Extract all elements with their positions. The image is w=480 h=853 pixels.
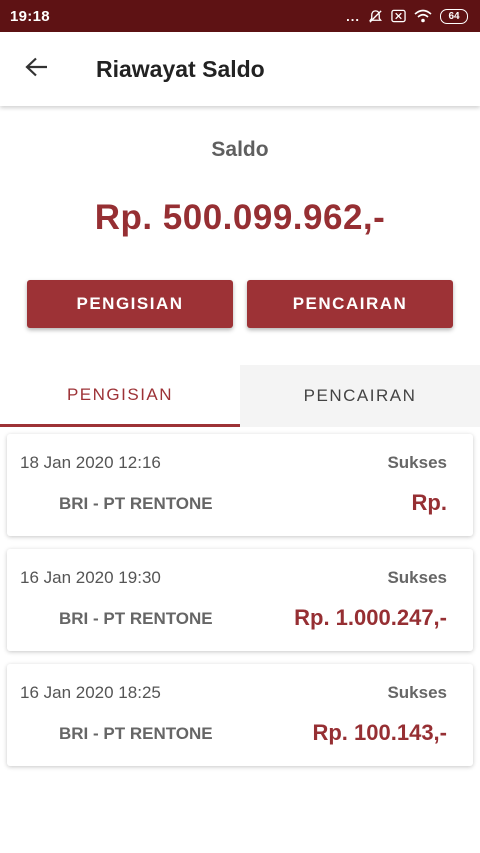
battery-icon: 64 xyxy=(440,8,468,24)
bell-off-icon xyxy=(368,9,383,24)
history-amount: Rp. 1.000.247,- xyxy=(294,605,447,630)
history-amount: Rp. xyxy=(411,490,447,515)
arrow-left-icon xyxy=(25,57,49,82)
history-status: Sukses xyxy=(387,568,447,587)
history-date: 18 Jan 2020 12:16 xyxy=(20,453,161,472)
history-item[interactable]: 16 Jan 2020 18:25 Sukses BRI - PT RENTON… xyxy=(7,664,473,766)
back-button[interactable] xyxy=(2,32,72,106)
app-bar: Riawayat Saldo xyxy=(0,32,480,106)
page-title: Riawayat Saldo xyxy=(96,55,265,82)
close-box-icon xyxy=(391,9,406,23)
history-bank: BRI - PT RENTONE xyxy=(59,494,213,513)
tab-pencairan[interactable]: PENCAIRAN xyxy=(240,365,480,427)
more-notifications-dots: ... xyxy=(346,8,360,24)
balance-amount: Rp. 500.099.962,- xyxy=(94,198,386,237)
status-icons: ... 64 xyxy=(346,8,468,24)
history-list: 18 Jan 2020 12:16 Sukses BRI - PT RENTON… xyxy=(7,434,473,779)
topup-button[interactable]: PENGISIAN xyxy=(27,280,233,328)
history-amount: Rp. 100.143,- xyxy=(312,720,447,745)
history-date: 16 Jan 2020 18:25 xyxy=(20,683,161,702)
history-date: 16 Jan 2020 19:30 xyxy=(20,568,161,587)
history-tabs: PENGISIAN PENCAIRAN xyxy=(0,365,480,427)
tab-pengisian[interactable]: PENGISIAN xyxy=(0,365,240,427)
status-bar: 19:18 ... 64 xyxy=(0,0,480,32)
history-item[interactable]: 16 Jan 2020 19:30 Sukses BRI - PT RENTON… xyxy=(7,549,473,651)
history-bank: BRI - PT RENTONE xyxy=(59,609,213,628)
history-item[interactable]: 18 Jan 2020 12:16 Sukses BRI - PT RENTON… xyxy=(7,434,473,536)
battery-level: 64 xyxy=(448,10,460,22)
wifi-icon xyxy=(414,9,432,23)
history-bank: BRI - PT RENTONE xyxy=(59,724,213,743)
history-status: Sukses xyxy=(387,453,447,472)
history-status: Sukses xyxy=(387,683,447,702)
status-time: 19:18 xyxy=(10,7,50,25)
withdraw-button[interactable]: PENCAIRAN xyxy=(247,280,453,328)
balance-label: Saldo xyxy=(211,138,269,161)
